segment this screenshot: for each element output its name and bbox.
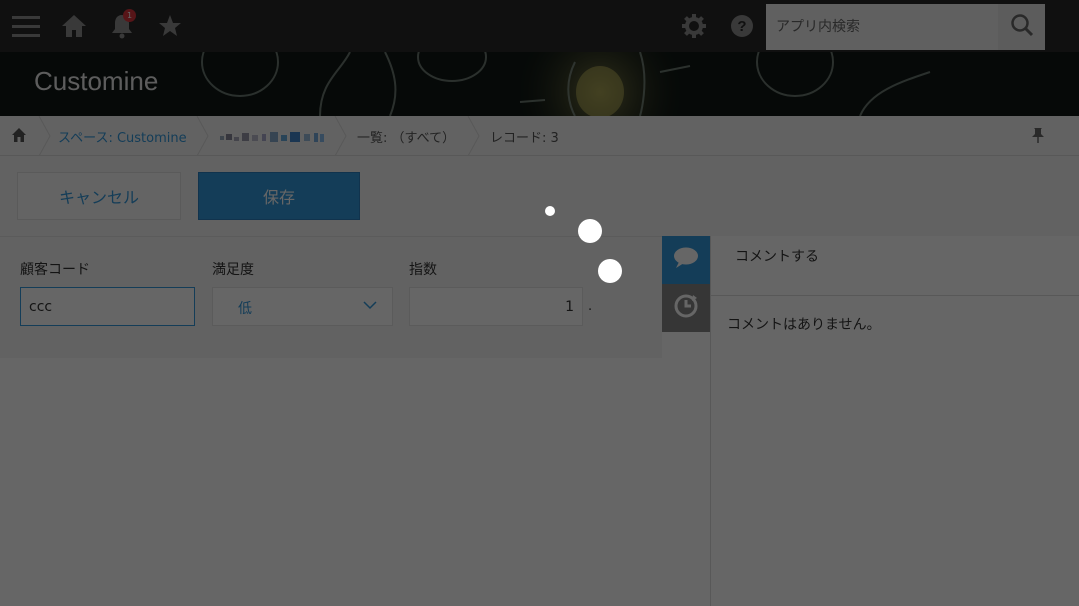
tab-history[interactable] [662, 284, 710, 332]
header-background [0, 52, 1079, 116]
gear-icon[interactable] [679, 10, 709, 42]
star-icon[interactable] [155, 10, 185, 42]
customer-code-input[interactable] [20, 287, 195, 326]
global-header: 1 ? [0, 0, 1079, 52]
search-icon [1010, 13, 1034, 41]
satisfaction-value: 低 [238, 301, 252, 317]
breadcrumb-separator [38, 116, 51, 156]
breadcrumb-separator [467, 116, 480, 156]
loading-spinner-dot [598, 259, 622, 283]
loading-spinner-dot [578, 219, 602, 243]
loading-spinner-dot [545, 206, 555, 216]
pin-icon[interactable] [1031, 127, 1045, 147]
comment-input[interactable]: コメントする [711, 236, 1079, 296]
index-label: 指数 [409, 262, 437, 278]
satisfaction-select[interactable]: 低 [212, 287, 393, 326]
comment-icon [672, 246, 700, 274]
breadcrumb-space[interactable]: スペース: Customine [58, 127, 187, 146]
record-form: 顧客コード 満足度 指数 低 . [0, 236, 662, 358]
sidebar-tabs [662, 236, 710, 606]
breadcrumb-record: レコード: 3 [490, 131, 559, 146]
search-button[interactable] [998, 4, 1045, 50]
search-input[interactable] [766, 4, 998, 50]
index-suffix: . [588, 299, 593, 314]
notification-badge: 1 [123, 9, 136, 22]
tab-comments[interactable] [662, 236, 710, 284]
menu-icon[interactable] [11, 10, 41, 42]
breadcrumb: スペース: Customine 一覧: （すべて） レコード: 3 [0, 116, 1079, 156]
cancel-button[interactable]: キャンセル [17, 172, 181, 220]
home-icon[interactable] [59, 10, 89, 42]
svg-text:?: ? [737, 18, 746, 35]
index-input[interactable] [409, 287, 583, 326]
breadcrumb-list[interactable]: 一覧: （すべて） [357, 127, 455, 146]
chevron-down-icon [362, 297, 378, 317]
no-comments-message: コメントはありません。 [727, 317, 881, 333]
comment-panel: コメントする コメントはありません。 [710, 236, 1079, 606]
comment-input-placeholder: コメントする [735, 249, 819, 265]
satisfaction-label: 満足度 [212, 262, 254, 278]
help-icon[interactable]: ? [727, 10, 757, 42]
breadcrumb-app-name-redacted[interactable] [220, 129, 326, 144]
save-button[interactable]: 保存 [198, 172, 360, 220]
space-title: Customine [34, 66, 159, 96]
record-toolbar: キャンセル 保存 [0, 156, 1079, 236]
breadcrumb-home-icon[interactable] [11, 127, 27, 147]
space-header: Customine [0, 52, 1079, 116]
form-empty-area [0, 358, 710, 606]
breadcrumb-separator [334, 116, 347, 156]
customer-code-label: 顧客コード [20, 262, 90, 278]
history-icon [672, 292, 700, 324]
breadcrumb-separator [196, 116, 209, 156]
